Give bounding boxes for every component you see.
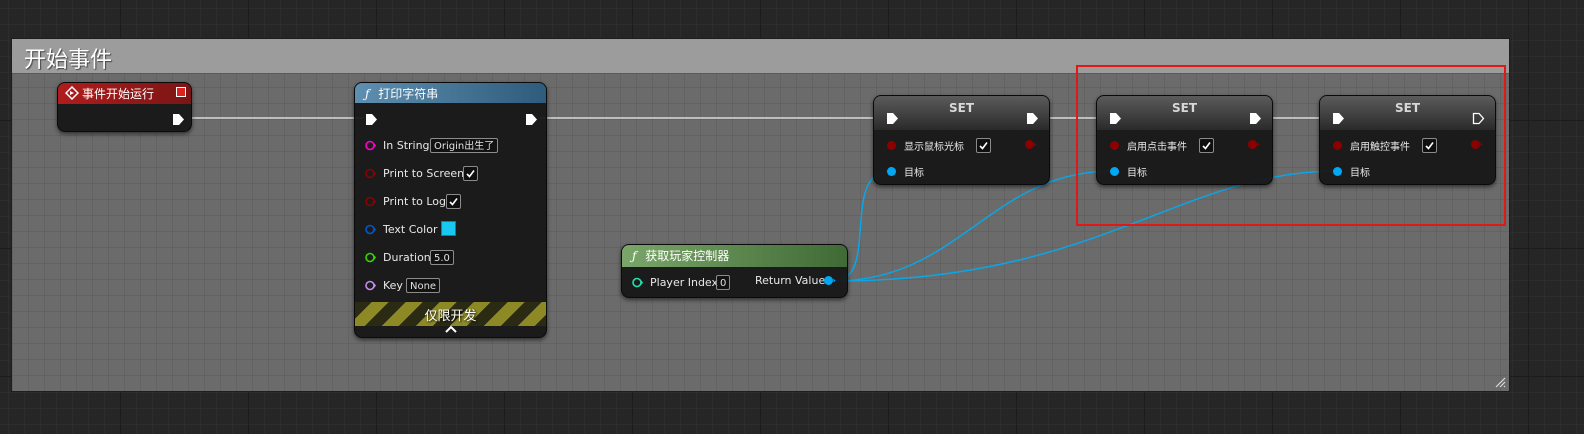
exec-out-pin-icon[interactable] [525,113,538,126]
in-string-input[interactable]: Origin出生了 [430,138,499,153]
name-pin-icon[interactable] [365,280,376,291]
collapse-chevron-up-icon[interactable] [445,325,457,333]
development-only-label: 仅限开发 [424,309,477,324]
struct-pin-icon[interactable] [365,224,376,235]
function-icon: ƒ [632,249,637,263]
checkmark-icon [449,198,458,206]
print-to-log-label: Print to Log [383,195,446,208]
set-node-header: SET [874,96,1049,130]
highlight-annotation-box [1076,65,1506,226]
key-label: Key [383,279,403,292]
get-controller-title: 获取玩家控制器 [645,249,730,263]
exec-in-pin-icon[interactable] [886,112,899,125]
text-color-swatch[interactable] [441,221,456,236]
bool-pin-icon[interactable] [886,140,897,151]
string-pin-icon[interactable] [365,140,376,151]
event-begin-play-node[interactable]: 事件开始运行 [57,82,192,132]
set-value-checkbox[interactable] [976,138,991,153]
event-diamond-icon [65,86,79,100]
exec-out-pin-icon[interactable] [172,113,185,126]
checkmark-icon [466,170,475,178]
exec-out-pin-icon[interactable] [1026,112,1039,125]
duration-input[interactable]: 5.0 [430,250,454,265]
function-icon: ƒ [365,87,370,101]
print-to-log-checkbox[interactable] [446,194,461,209]
duration-label: Duration [383,251,431,264]
object-pin-icon[interactable] [886,166,897,177]
key-input[interactable]: None [406,278,441,293]
return-value-label: Return Value [755,274,826,287]
print-to-screen-checkbox[interactable] [463,166,478,181]
set-show-mouse-cursor-node[interactable]: SET 显示鼠标光标 目标 [873,95,1050,185]
get-controller-header: ƒ 获取玩家控制器 [622,245,847,267]
data-wire-controller-to-set2[interactable] [833,170,1114,282]
event-delegate-pin-icon[interactable] [176,87,186,97]
player-index-input[interactable]: 0 [716,275,731,290]
bool-out-pin-icon[interactable] [1024,139,1037,150]
get-player-controller-node[interactable]: ƒ 获取玩家控制器 Player Index 0 Return Value [621,244,848,298]
text-color-label: Text Color [383,223,438,236]
in-string-label: In String [383,139,430,152]
print-node-header: ƒ 打印字符串 [355,83,546,103]
object-pin-icon[interactable] [823,275,836,286]
float-pin-icon[interactable] [365,252,376,263]
target-label: 目标 [904,168,924,179]
int-pin-icon[interactable] [632,277,643,288]
print-to-screen-label: Print to Screen [383,167,465,180]
event-node-header: 事件开始运行 [58,83,191,104]
player-index-label: Player Index [650,276,719,289]
checkmark-icon [979,142,988,150]
bool-pin-icon[interactable] [365,196,376,207]
print-node-title: 打印字符串 [378,87,439,101]
event-node-title: 事件开始运行 [82,87,155,101]
exec-in-pin-icon[interactable] [365,113,378,126]
set-property-label: 显示鼠标光标 [904,142,964,153]
print-string-node[interactable]: ƒ 打印字符串 In String Origin出生了 Print to Scr… [354,82,547,338]
bool-pin-icon[interactable] [365,168,376,179]
